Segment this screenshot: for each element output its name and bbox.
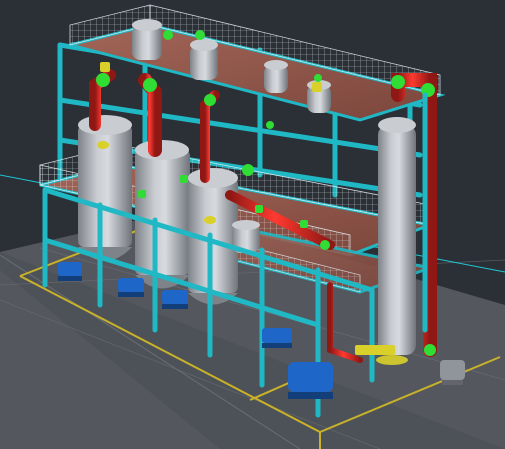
pump-3	[162, 290, 188, 309]
vessel-tall-right	[378, 117, 416, 355]
pump-6	[440, 360, 465, 385]
vessel-small-top-1	[132, 19, 162, 60]
plant-3d-model[interactable]	[0, 0, 505, 449]
pump-4	[262, 328, 292, 348]
cad-3d-viewport[interactable]	[0, 0, 505, 449]
pump-2	[118, 278, 144, 297]
vessel-2	[135, 140, 190, 289]
vessel-small-top-3	[264, 60, 288, 93]
pump-1	[58, 262, 82, 281]
vessel-small-top-2	[190, 39, 218, 80]
vessel-1	[78, 115, 132, 261]
pump-5	[288, 362, 333, 399]
